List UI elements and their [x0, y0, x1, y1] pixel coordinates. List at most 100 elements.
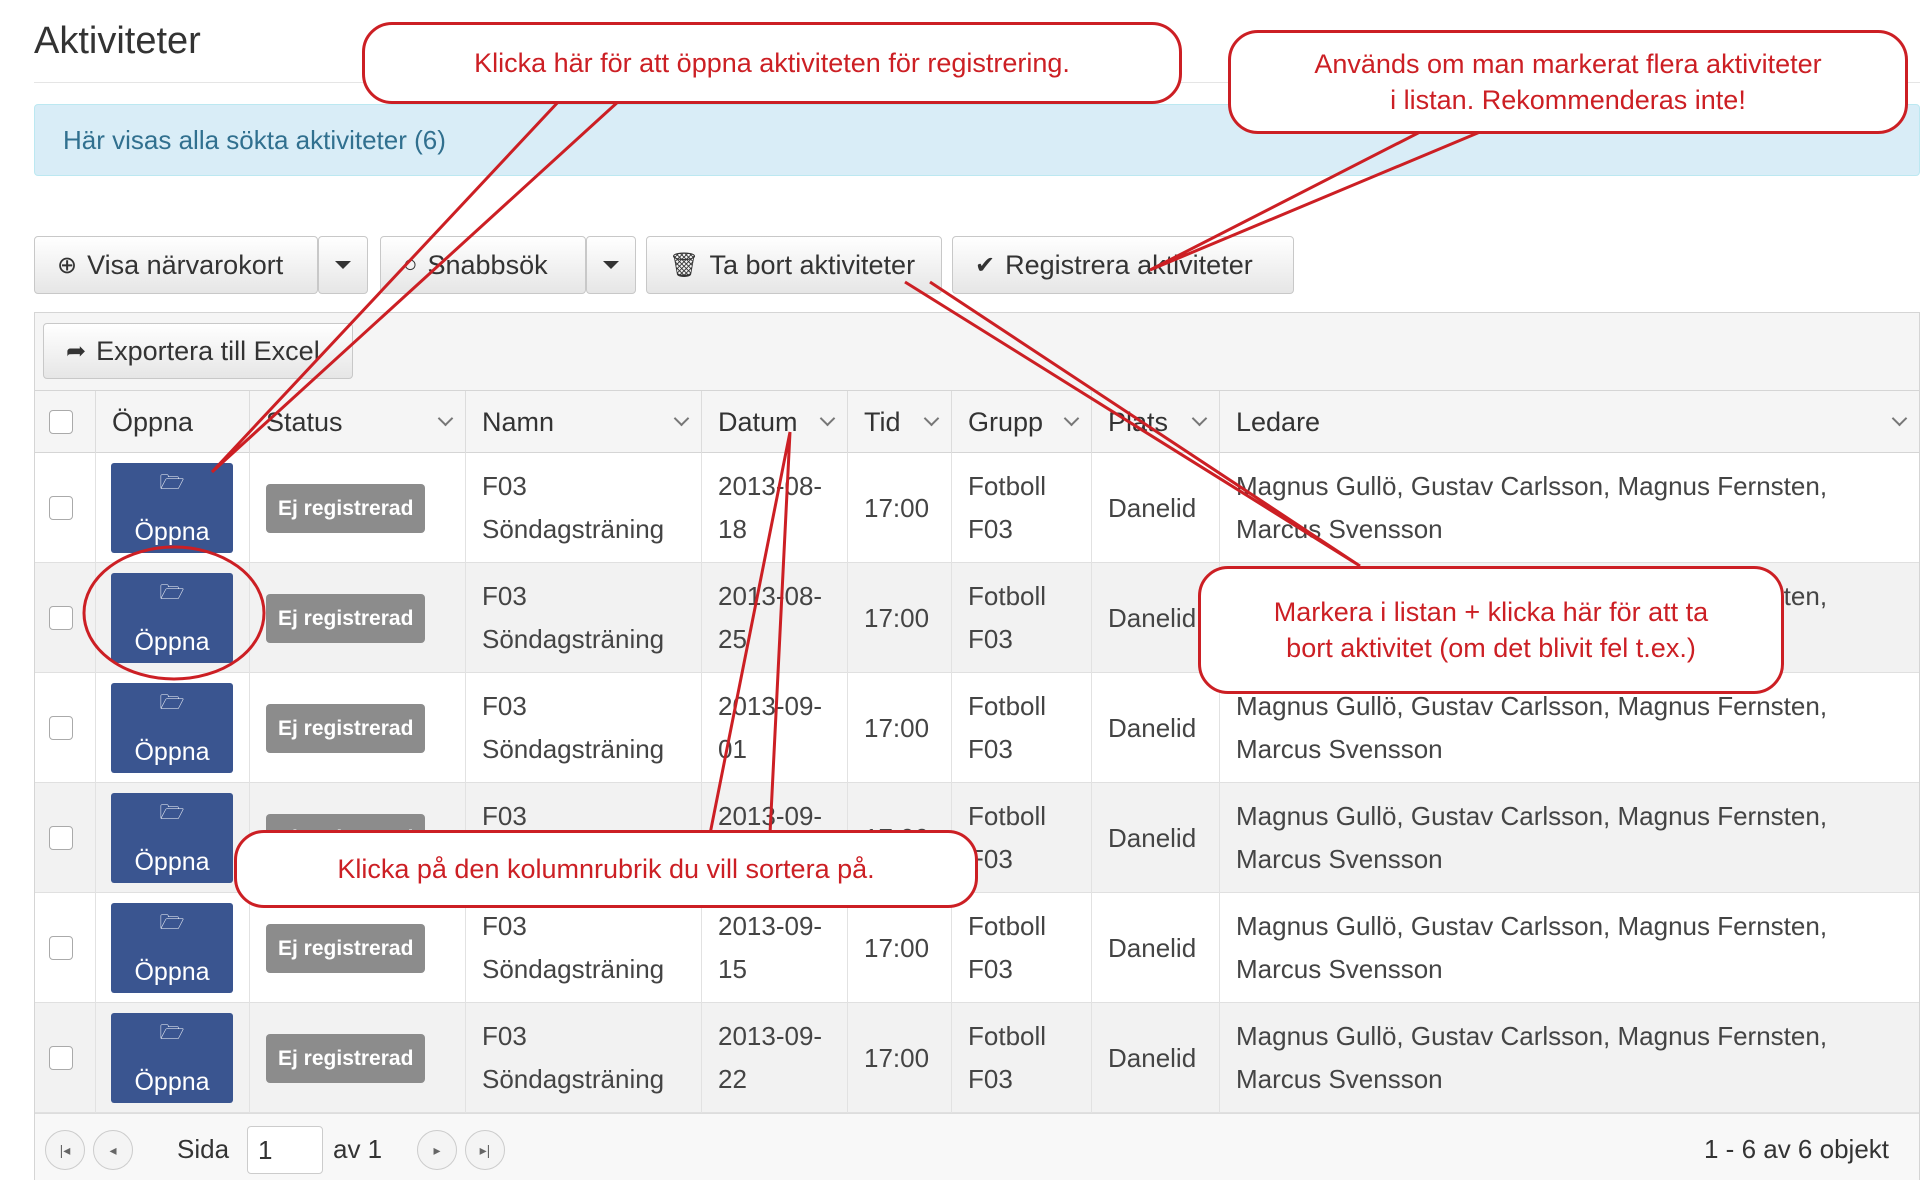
page-number-input[interactable]: 1	[247, 1126, 323, 1174]
row-checkbox[interactable]	[49, 826, 73, 850]
column-header-name[interactable]: Namn	[465, 391, 701, 453]
group-line2: F03	[968, 954, 1013, 984]
status-badge: Ej registrerad	[266, 923, 426, 973]
chevron-down-icon	[923, 410, 940, 427]
group-line1: Fotboll	[968, 1021, 1047, 1051]
cell-name: F03 Söndagsträning	[465, 673, 701, 783]
cell-leader: Magnus Gullö, Gustav Carlsson, Magnus Fe…	[1219, 783, 1919, 893]
cell-group: Fotboll F03	[951, 673, 1091, 783]
cell-place: Danelid	[1091, 1003, 1219, 1113]
callout-sort-text: Klicka på den kolumnrubrik du vill sorte…	[337, 854, 875, 884]
group-line2: F03	[968, 1064, 1013, 1094]
open-button-label: Öppna	[134, 958, 210, 986]
row-checkbox[interactable]	[49, 496, 73, 520]
row-checkbox[interactable]	[49, 716, 73, 740]
cell-date: 2013-09- 15	[701, 893, 847, 1003]
cell-place: Danelid	[1091, 893, 1219, 1003]
leader-line2: Marcus Svensson	[1236, 954, 1443, 984]
place-value: Danelid	[1108, 492, 1197, 523]
date-line1: 2013-08-	[718, 581, 823, 611]
open-button[interactable]: 🗁 Öppna	[111, 1013, 233, 1103]
share-arrow-icon: ➦	[66, 337, 87, 365]
callout-delete: Markera i listan + klicka här för att ta…	[1198, 566, 1784, 694]
open-button[interactable]: 🗁 Öppna	[111, 683, 233, 773]
date-line1: 2013-09-	[718, 1021, 823, 1051]
status-badge: Ej registrerad	[266, 483, 426, 533]
row-checkbox[interactable]	[49, 936, 73, 960]
callout-register-text-line1: Används om man markerat flera aktivitete…	[1314, 49, 1822, 79]
name-line2: Söndagsträning	[482, 624, 665, 654]
column-header-group[interactable]: Grupp	[951, 391, 1091, 453]
pager-summary: 1 - 6 av 6 objekt	[1704, 1134, 1889, 1164]
table-row[interactable]: 🗁 Öppna Ej registrerad F03 Söndagsträning 201…	[35, 893, 1919, 1003]
row-checkbox[interactable]	[49, 606, 73, 630]
open-button[interactable]: 🗁 Öppna	[111, 903, 233, 993]
previous-page-button[interactable]: ◂	[93, 1130, 133, 1170]
show-attendance-card-label: Visa närvarokort	[87, 249, 284, 280]
cell-name: F03 Söndagsträning	[465, 893, 701, 1003]
callout-open: Klicka här för att öppna aktiviteten för…	[362, 22, 1182, 104]
chevron-down-icon	[819, 410, 836, 427]
place-value: Danelid	[1108, 602, 1197, 633]
delete-activities-button[interactable]: 🗑 Ta bort aktiviteter	[646, 236, 942, 294]
row-checkbox[interactable]	[49, 1046, 73, 1070]
folder-open-icon: 🗁	[159, 582, 185, 604]
column-header-group-label: Grupp	[968, 406, 1044, 437]
column-header-place[interactable]: Plats	[1091, 391, 1219, 453]
column-header-leader[interactable]: Ledare	[1219, 391, 1919, 453]
export-excel-button[interactable]: ➦ Exportera till Excel	[43, 323, 353, 379]
caret-down-icon	[335, 261, 351, 269]
cell-name: F03 Söndagsträning	[465, 1003, 701, 1113]
date-line1: 2013-09-	[718, 911, 823, 941]
last-page-button[interactable]: ▸|	[465, 1130, 505, 1170]
grid-header: Öppna Status Namn Datum Tid Grupp Plats …	[35, 391, 1919, 453]
search-icon: ○	[403, 251, 418, 278]
show-attendance-card-button[interactable]: ⊕ Visa närvarokort	[34, 236, 318, 294]
place-value: Danelid	[1108, 1042, 1197, 1073]
callout-open-text: Klicka här för att öppna aktiviteten för…	[474, 48, 1070, 78]
leader-line1: Magnus Gullö, Gustav Carlsson, Magnus Fe…	[1236, 801, 1828, 831]
column-header-status[interactable]: Status	[249, 391, 465, 453]
column-header-date[interactable]: Datum	[701, 391, 847, 453]
column-header-open[interactable]: Öppna	[95, 391, 249, 453]
time-value: 17:00	[864, 602, 930, 633]
cell-open: 🗁 Öppna	[95, 893, 249, 1003]
cell-select	[35, 563, 95, 673]
group-line2: F03	[968, 734, 1013, 764]
folder-open-icon: 🗁	[159, 472, 185, 494]
cell-place: Danelid	[1091, 673, 1219, 783]
register-activities-button[interactable]: ✔ Registrera aktiviteter	[952, 236, 1294, 294]
show-attendance-card-dropdown[interactable]	[318, 236, 368, 294]
leader-line1: Magnus Gullö, Gustav Carlsson, Magnus Fe…	[1236, 1021, 1828, 1051]
group-line1: Fotboll	[968, 911, 1047, 941]
table-row[interactable]: 🗁 Öppna Ej registrerad F03 Söndagsträning 201…	[35, 1003, 1919, 1113]
name-line2: Söndagsträning	[482, 954, 665, 984]
date-line2: 15	[718, 954, 747, 984]
leader-line1: Magnus Gullö, Gustav Carlsson, Magnus Fe…	[1236, 471, 1828, 501]
open-button[interactable]: 🗁 Öppna	[111, 573, 233, 663]
caret-down-icon	[603, 261, 619, 269]
date-line2: 22	[718, 1064, 747, 1094]
first-page-button[interactable]: |◂	[45, 1130, 85, 1170]
quick-search-label: Snabbsök	[427, 249, 548, 280]
cell-open: 🗁 Öppna	[95, 783, 249, 893]
name-line1: F03	[482, 691, 527, 721]
time-value: 17:00	[864, 932, 930, 963]
group-line1: Fotboll	[968, 801, 1047, 831]
open-button[interactable]: 🗁 Öppna	[111, 793, 233, 883]
leader-line1: Magnus Gullö, Gustav Carlsson, Magnus Fe…	[1236, 911, 1828, 941]
cell-leader: Magnus Gullö, Gustav Carlsson, Magnus Fe…	[1219, 1003, 1919, 1113]
export-excel-label: Exportera till Excel	[96, 335, 320, 366]
chevron-down-icon	[1191, 410, 1208, 427]
open-button[interactable]: 🗁 Öppna	[111, 463, 233, 553]
place-value: Danelid	[1108, 712, 1197, 743]
table-row[interactable]: 🗁 Öppna Ej registrerad F03 Söndagsträning 201…	[35, 453, 1919, 563]
quick-search-dropdown[interactable]	[586, 236, 636, 294]
select-all-checkbox[interactable]	[49, 410, 73, 434]
quick-search-button[interactable]: ○ Snabbsök	[380, 236, 586, 294]
column-header-time[interactable]: Tid	[847, 391, 951, 453]
page-label: Sida	[177, 1134, 230, 1164]
select-all-header[interactable]	[35, 391, 95, 453]
next-page-button[interactable]: ▸	[417, 1130, 457, 1170]
circle-arrow-icon: ⊕	[57, 251, 78, 279]
